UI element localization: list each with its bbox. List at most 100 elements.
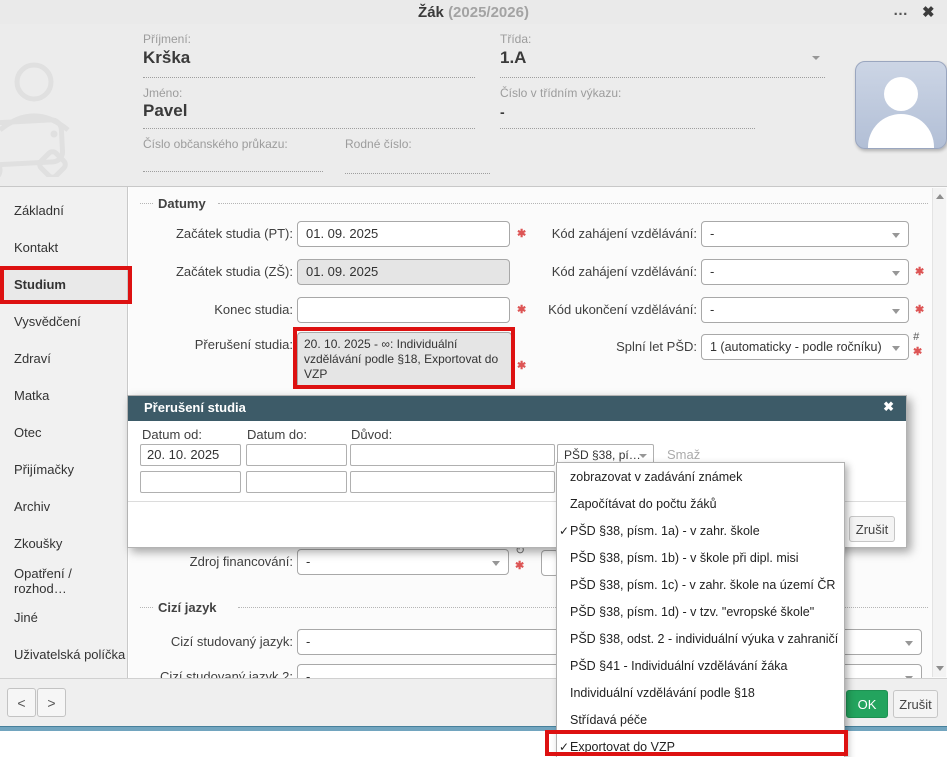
funding-select[interactable]: - bbox=[297, 549, 509, 575]
flags-select-chevron-down-icon bbox=[639, 454, 647, 458]
sidebar-item-vysvedceni[interactable]: Vysvědčení bbox=[0, 303, 127, 340]
sidebar-item-uzivatelska-policka[interactable]: Uživatelská políčka bbox=[0, 636, 127, 673]
popup-close-icon[interactable]: ✖ bbox=[883, 399, 894, 415]
class-value[interactable]: 1.A bbox=[500, 48, 526, 68]
sidebar-item-matka[interactable]: Matka bbox=[0, 377, 127, 414]
sidebar-item-zdravi[interactable]: Zdraví bbox=[0, 340, 127, 377]
id-card-label: Číslo občanského průkazu: bbox=[143, 137, 288, 151]
menu-item-psd38-1a[interactable]: ✓PŠD §38, písm. 1a) - v zahr. škole bbox=[557, 518, 844, 545]
sidebar-item-prijimacky[interactable]: Přijímačky bbox=[0, 451, 127, 488]
code-start2-label: Kód zahájení vzdělávání: bbox=[480, 264, 697, 279]
code-end-label: Kód ukončení vzdělávání: bbox=[480, 302, 697, 317]
next-student-button[interactable]: > bbox=[37, 688, 66, 717]
code-start2-value: - bbox=[710, 264, 714, 279]
sidebar-item-kontakt[interactable]: Kontakt bbox=[0, 229, 127, 266]
titlebar: Žák (2025/2026) … ✖ bbox=[0, 0, 947, 24]
surname-value[interactable]: Krška bbox=[143, 48, 190, 68]
previous-student-button[interactable]: < bbox=[7, 688, 36, 717]
menu-item-label: PŠD §38, písm. 1b) - v škole při dipl. m… bbox=[570, 551, 799, 565]
menu-item-psd41[interactable]: PŠD §41 - Individuální vzdělávání žáka bbox=[557, 653, 844, 680]
code-start1-select[interactable]: - bbox=[701, 221, 909, 247]
zak-dialog-window: Žák (2025/2026) … ✖ Příjmení: Krška Tříd… bbox=[0, 0, 947, 757]
psd-label: Splní let PŠD: bbox=[480, 339, 697, 354]
menu-item-psd38-1c[interactable]: PŠD §38, písm. 1c) - v zahr. škole na úz… bbox=[557, 572, 844, 599]
funding-label: Zdroj financování: bbox=[129, 554, 293, 569]
code-start2-required-marker: ✱ bbox=[915, 265, 924, 278]
sidebar-item-jine[interactable]: Jiné bbox=[0, 599, 127, 636]
close-icon[interactable]: ✖ bbox=[922, 3, 935, 21]
reason-input-row2[interactable] bbox=[350, 471, 555, 493]
start-zs-field: 01. 09. 2025 bbox=[297, 259, 510, 285]
section-rule-left bbox=[140, 203, 153, 204]
code-start1-chevron-down-icon bbox=[892, 233, 900, 238]
delete-row-button[interactable]: Smaž bbox=[667, 447, 700, 462]
scroll-down-icon[interactable] bbox=[936, 666, 944, 671]
date-from-input[interactable]: 20. 10. 2025 bbox=[140, 444, 241, 466]
reason-input[interactable] bbox=[350, 444, 555, 466]
start-pt-field[interactable]: 01. 09. 2025 bbox=[297, 221, 510, 247]
psd-value: 1 (automaticky - podle ročníku) bbox=[710, 340, 882, 354]
class-chevron-down-icon[interactable] bbox=[812, 56, 820, 60]
menu-item-label: PŠD §38, písm. 1a) - v zahr. škole bbox=[570, 524, 760, 538]
date-to-input[interactable] bbox=[246, 444, 347, 466]
class-underline bbox=[500, 76, 825, 78]
scroll-up-icon[interactable] bbox=[936, 194, 944, 199]
check-icon: ✓ bbox=[559, 734, 569, 757]
menu-item-psd38-1d[interactable]: PŠD §38, písm. 1d) - v tzv. "evropské šk… bbox=[557, 599, 844, 626]
popup-cancel-button[interactable]: Zrušit bbox=[849, 516, 895, 542]
start-pt-label: Začátek studia (PT): bbox=[129, 226, 293, 241]
window-title-text: Žák bbox=[418, 4, 444, 21]
date-from-input-row2[interactable] bbox=[140, 471, 241, 493]
menu-item-psd38-1b[interactable]: PŠD §38, písm. 1b) - v škole při dipl. m… bbox=[557, 545, 844, 572]
funding-chevron-down-icon bbox=[492, 561, 500, 566]
birth-number-underline[interactable] bbox=[345, 172, 490, 174]
sidebar-item-otec[interactable]: Otec bbox=[0, 414, 127, 451]
vertical-scrollbar[interactable] bbox=[932, 188, 946, 677]
menu-item-zobrazovat[interactable]: zobrazovat v zadávání známek bbox=[557, 464, 844, 491]
school-year: (2025/2026) bbox=[448, 4, 529, 21]
firstname-value[interactable]: Pavel bbox=[143, 101, 187, 121]
menu-item-exportovat-vzp[interactable]: ✓Exportovat do VZP bbox=[557, 734, 844, 757]
date-to-input-row2[interactable] bbox=[246, 471, 347, 493]
code-end-required-marker: ✱ bbox=[915, 303, 924, 316]
birth-number-label: Rodné číslo: bbox=[345, 137, 412, 151]
menu-item-zapocitavat[interactable]: Započítávat do počtu žáků bbox=[557, 491, 844, 518]
sidebar-item-studium[interactable]: Studium bbox=[0, 266, 127, 303]
register-number-value[interactable]: - bbox=[500, 104, 505, 120]
menu-item-label: Střídavá péče bbox=[570, 713, 647, 727]
section-rule-datumy bbox=[218, 203, 928, 204]
surname-underline bbox=[143, 76, 475, 78]
id-card-underline[interactable] bbox=[143, 170, 323, 172]
code-end-select[interactable]: - bbox=[701, 297, 909, 323]
end-of-study-field[interactable] bbox=[297, 297, 510, 323]
sidebar-item-archiv[interactable]: Archiv bbox=[0, 488, 127, 525]
sidebar-item-zakladni[interactable]: Základní bbox=[0, 192, 127, 229]
register-number-underline bbox=[500, 127, 755, 129]
menu-item-label: Individuální vzdělávání podle §18 bbox=[570, 686, 755, 700]
more-options-icon[interactable]: … bbox=[893, 2, 908, 19]
firstname-label: Jméno: bbox=[143, 86, 182, 100]
menu-item-label: Exportovat do VZP bbox=[570, 740, 675, 754]
cancel-button[interactable]: Zrušit bbox=[893, 690, 938, 718]
sidebar-item-opatreni[interactable]: Opatření / rozhod… bbox=[0, 562, 127, 599]
ok-button[interactable]: OK bbox=[846, 690, 888, 718]
flags-select-value: PŠD §38, pí… bbox=[564, 448, 641, 462]
funding-required-marker: ✱ bbox=[515, 559, 524, 572]
psd-select[interactable]: 1 (automaticky - podle ročníku) bbox=[701, 334, 909, 360]
code-start2-select[interactable]: - bbox=[701, 259, 909, 285]
foreign-language1-value: - bbox=[306, 634, 310, 649]
menu-item-stridava-pece[interactable]: Střídavá péče bbox=[557, 707, 844, 734]
menu-item-individualni-18[interactable]: Individuální vzdělávání podle §18 bbox=[557, 680, 844, 707]
check-icon: ✓ bbox=[559, 518, 569, 545]
surname-label: Příjmení: bbox=[143, 32, 191, 46]
psd-hash-marker: # bbox=[913, 331, 919, 343]
psd-chevron-down-icon bbox=[892, 346, 900, 351]
psd-required-marker: ✱ bbox=[913, 345, 922, 358]
section-rule-left2 bbox=[140, 607, 153, 608]
interruption-label: Přerušení studia: bbox=[129, 337, 293, 352]
student-photo-placeholder[interactable] bbox=[855, 61, 947, 149]
sidebar-item-zkousky[interactable]: Zkoušky bbox=[0, 525, 127, 562]
popup-header[interactable]: Přerušení studia ✖ bbox=[128, 396, 906, 421]
menu-item-label: zobrazovat v zadávání známek bbox=[570, 470, 742, 484]
menu-item-psd38-odst2[interactable]: PŠD §38, odst. 2 - individuální výuka v … bbox=[557, 626, 844, 653]
